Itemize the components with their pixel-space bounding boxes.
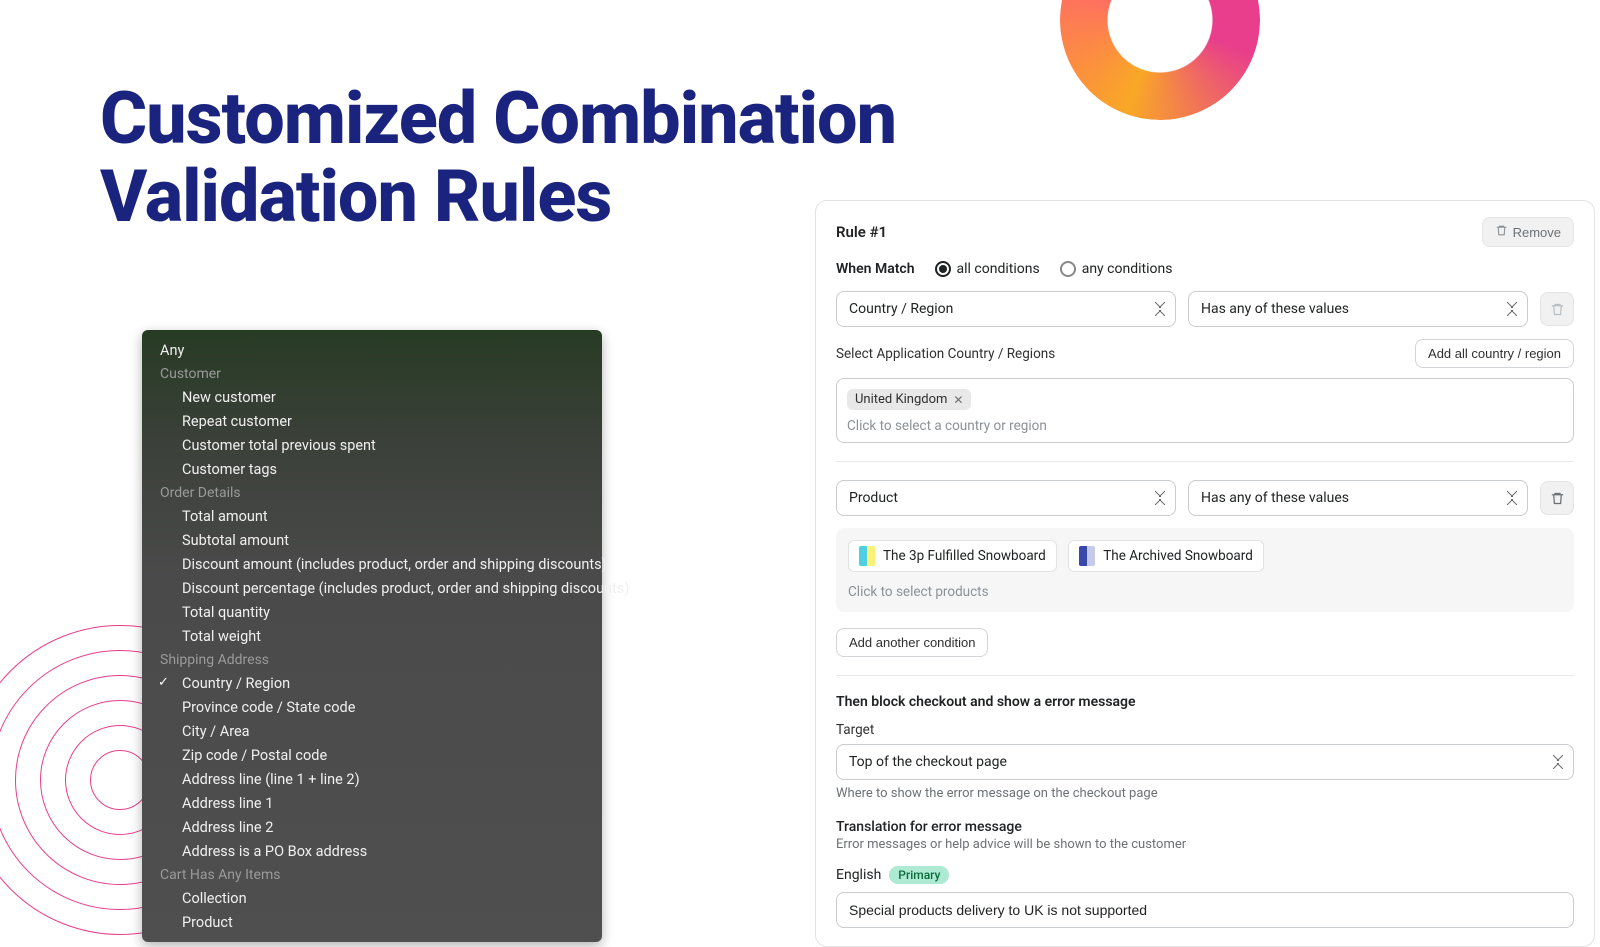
country-tag[interactable]: United Kingdom ✕ <box>847 389 971 410</box>
add-all-countries-button[interactable]: Add all country / region <box>1415 339 1574 368</box>
radio-any-label: any conditions <box>1082 261 1173 277</box>
dropdown-item[interactable]: Address is a PO Box address <box>142 839 602 863</box>
rule-title: Rule #1 <box>836 223 887 241</box>
dropdown-item[interactable]: Customer tags <box>142 457 602 481</box>
radio-all-label: all conditions <box>957 261 1040 277</box>
field-dropdown-menu[interactable]: Any CustomerNew customerRepeat customerC… <box>142 330 602 942</box>
product-tag-label: The Archived Snowboard <box>1103 548 1253 564</box>
product-swatch-icon <box>859 546 875 566</box>
product-selector[interactable]: The 3p Fulfilled Snowboard The Archived … <box>836 528 1574 612</box>
remove-button-label: Remove <box>1513 225 1561 240</box>
country-tag-input[interactable]: United Kingdom ✕ Click to select a count… <box>836 378 1574 443</box>
remove-tag-icon[interactable]: ✕ <box>953 393 963 407</box>
condition-operator-select[interactable]: Has any of these values <box>1188 291 1528 327</box>
dropdown-group-header: Order Details <box>142 481 602 504</box>
condition-field-select[interactable]: Product <box>836 480 1176 516</box>
product-tag[interactable]: The 3p Fulfilled Snowboard <box>848 540 1057 572</box>
dropdown-group-header: Customer <box>142 362 602 385</box>
product-tag[interactable]: The Archived Snowboard <box>1068 540 1264 572</box>
dropdown-item[interactable]: Country / Region <box>142 671 602 695</box>
radio-icon <box>935 261 951 277</box>
country-tag-label: United Kingdom <box>855 392 947 407</box>
dropdown-item[interactable]: New customer <box>142 385 602 409</box>
dropdown-item[interactable]: Address line (line 1 + line 2) <box>142 767 602 791</box>
error-message-input[interactable] <box>836 892 1574 928</box>
target-select[interactable]: Top of the checkout page <box>836 744 1574 780</box>
condition-operator-select[interactable]: Has any of these values <box>1188 480 1528 516</box>
add-condition-button[interactable]: Add another condition <box>836 628 988 657</box>
dropdown-item[interactable]: Total amount <box>142 504 602 528</box>
rule-card: Rule #1 Remove When Match all conditions… <box>815 200 1595 947</box>
dropdown-item[interactable]: Discount percentage (includes product, o… <box>142 576 602 600</box>
product-tag-label: The 3p Fulfilled Snowboard <box>883 548 1046 564</box>
dropdown-item[interactable]: Total weight <box>142 624 602 648</box>
then-section-title: Then block checkout and show a error mes… <box>836 694 1574 710</box>
dropdown-item[interactable]: Discount amount (includes product, order… <box>142 552 602 576</box>
decorative-ring <box>1060 0 1260 120</box>
dropdown-group-header: Cart Has Any Items <box>142 863 602 886</box>
radio-icon <box>1060 261 1076 277</box>
dropdown-item[interactable]: Zip code / Postal code <box>142 743 602 767</box>
primary-badge: Primary <box>889 866 949 884</box>
dropdown-item[interactable]: Total quantity <box>142 600 602 624</box>
dropdown-item[interactable]: Subtotal amount <box>142 528 602 552</box>
delete-condition-button[interactable] <box>1540 292 1574 326</box>
dropdown-item[interactable]: Customer total previous spent <box>142 433 602 457</box>
remove-rule-button[interactable]: Remove <box>1482 217 1574 247</box>
product-swatch-icon <box>1079 546 1095 566</box>
dropdown-group-header: Shipping Address <box>142 648 602 671</box>
trash-icon <box>1495 224 1508 240</box>
dropdown-item[interactable]: Repeat customer <box>142 409 602 433</box>
dropdown-item[interactable]: Address line 1 <box>142 791 602 815</box>
dropdown-item[interactable]: Product <box>142 910 602 934</box>
target-help-text: Where to show the error message on the c… <box>836 786 1574 801</box>
dropdown-item-any[interactable]: Any <box>142 338 602 362</box>
condition-field-select[interactable]: Country / Region <box>836 291 1176 327</box>
translation-help-text: Error messages or help advice will be sh… <box>836 837 1574 852</box>
delete-condition-button[interactable] <box>1540 481 1574 515</box>
dropdown-item[interactable]: Province code / State code <box>142 695 602 719</box>
target-field-label: Target <box>836 722 1574 738</box>
country-input-placeholder: Click to select a country or region <box>847 418 1563 434</box>
country-section-label: Select Application Country / Regions <box>836 346 1055 362</box>
when-match-label: When Match <box>836 261 915 277</box>
radio-any-conditions[interactable]: any conditions <box>1060 261 1173 277</box>
dropdown-item[interactable]: Collection <box>142 886 602 910</box>
product-input-placeholder: Click to select products <box>848 584 1562 600</box>
language-label: English <box>836 867 881 883</box>
translation-label: Translation for error message <box>836 819 1574 835</box>
radio-all-conditions[interactable]: all conditions <box>935 261 1040 277</box>
dropdown-item[interactable]: Address line 2 <box>142 815 602 839</box>
dropdown-item[interactable]: City / Area <box>142 719 602 743</box>
